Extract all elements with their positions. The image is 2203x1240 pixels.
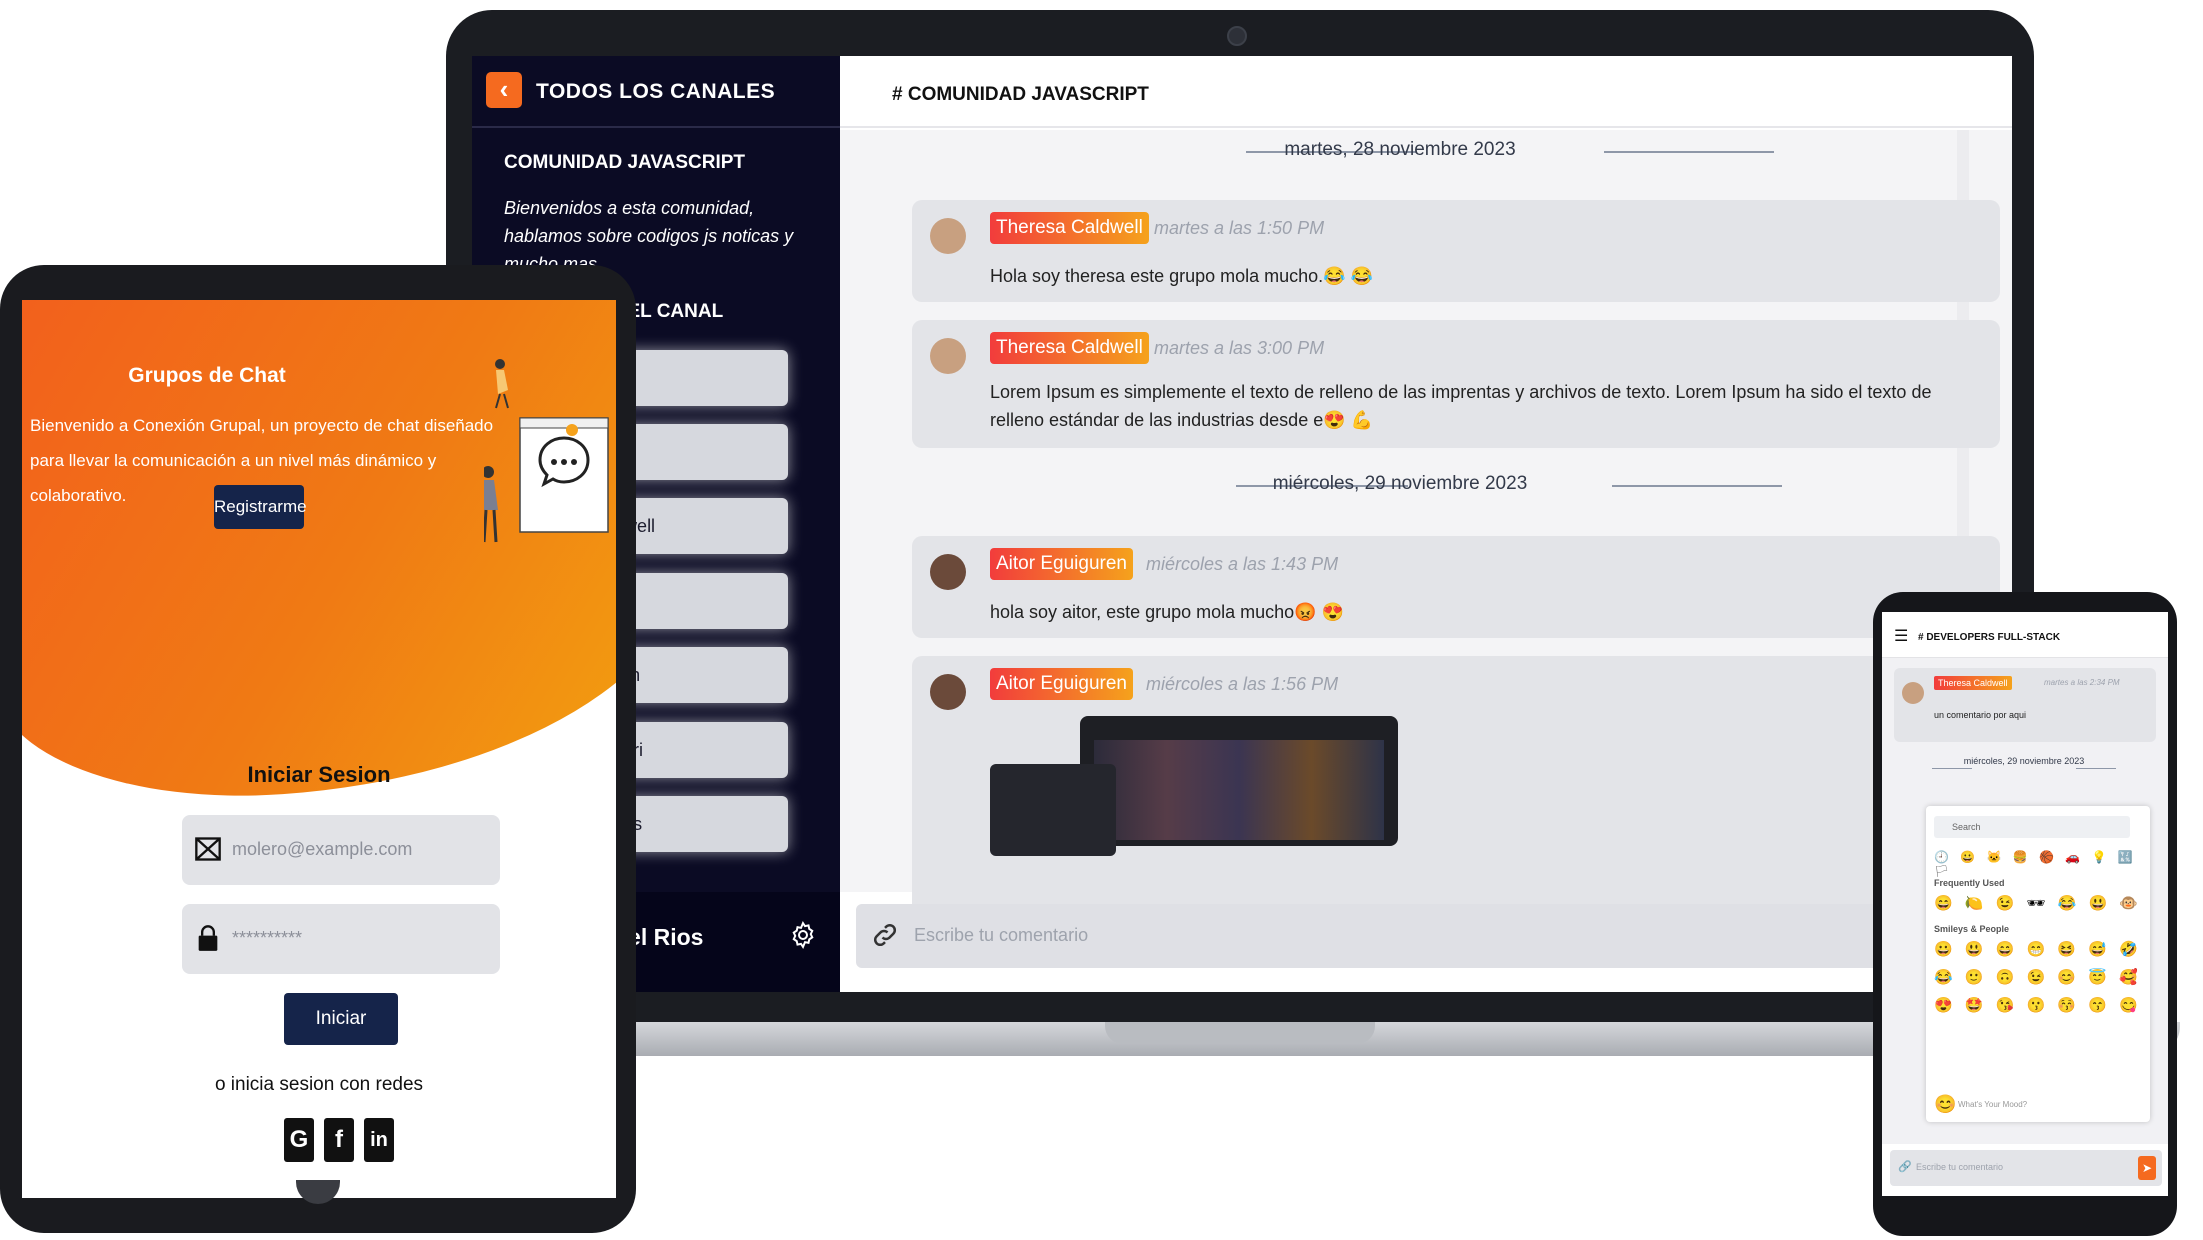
attach-icon[interactable] <box>870 920 900 950</box>
emoji-row[interactable]: 😍 🤩 😘 😗 😚 😙 😋 <box>1934 996 2142 1014</box>
social-login-text: o inicia sesion con redes <box>214 1074 424 1095</box>
email-placeholder: molero@example.com <box>232 839 413 859</box>
emoji-row[interactable]: 😂 🙂 🙃 😉 😊 😇 🥰 <box>1934 968 2142 986</box>
mood-emoji[interactable]: 😊 <box>1934 1094 1956 1115</box>
message-author[interactable]: Aitor Eguiguren <box>990 548 1133 580</box>
chat-messages: martes, 28 noviembre 2023 Theresa Caldwe… <box>840 130 2012 916</box>
message-author[interactable]: Theresa Caldwell <box>1934 676 2012 690</box>
mood-text: What's Your Mood? <box>1958 1100 2028 1109</box>
emoji-category-tabs[interactable]: 🕘 😀 🐱 🍔 🏀 🚗 💡 🔣 🏳 <box>1934 850 2142 878</box>
message-author[interactable]: Theresa Caldwell <box>990 212 1149 244</box>
phone-header: ☰ # DEVELOPERS FULL-STACK <box>1882 612 2168 658</box>
avatar <box>1902 682 1924 704</box>
message-time: miércoles a las 1:43 PM <box>1146 554 1339 574</box>
send-icon[interactable]: ➤ <box>2138 1156 2156 1180</box>
tablet-screen: Grupos de Chat Bienvenido a Conexión Gru… <box>22 300 616 1198</box>
emoji-picker: Search 🕘 😀 🐱 🍔 🏀 🚗 💡 🔣 🏳 Frequently Used… <box>1926 806 2150 1122</box>
comment-input[interactable]: Escribe tu comentario <box>856 904 2012 968</box>
emoji-row[interactable]: 😄 🍋 😉 🕶 😂 😃 🐵 <box>1934 894 2142 912</box>
message: Aitor Eguiguren miércoles a las 1:56 PM <box>912 656 2000 916</box>
avatar <box>930 554 966 590</box>
message-text: hola soy aitor, este grupo mola mucho😡 😍 <box>990 602 1344 622</box>
message-author[interactable]: Aitor Eguiguren <box>990 668 1133 700</box>
comment-placeholder: Escribe tu comentario <box>914 925 1089 945</box>
date-separator: martes, 28 noviembre 2023 <box>840 136 1960 166</box>
laptop-notch <box>1105 1022 1375 1044</box>
laptop-screen: ‹ TODOS LOS CANALES COMUNIDAD JAVASCRIPT… <box>472 56 2012 992</box>
login-title: Iniciar Sesion <box>247 762 391 787</box>
password-field[interactable]: ********** <box>182 904 500 974</box>
lock-icon <box>198 925 218 951</box>
phone-channel-title: # DEVELOPERS FULL-STACK <box>1918 632 2061 643</box>
message-image[interactable] <box>990 716 1420 856</box>
chat-header: # COMUNIDAD JAVASCRIPT <box>840 56 2012 128</box>
register-button[interactable]: Registrarme <box>214 485 307 529</box>
message-author[interactable]: Theresa Caldwell <box>990 332 1149 364</box>
avatar <box>930 338 966 374</box>
chat-illustration <box>484 359 609 543</box>
message-text: Hola soy theresa este grupo mola mucho.😂… <box>990 266 1374 286</box>
password-placeholder: ********** <box>232 928 303 948</box>
phone-chat-messages: Theresa Caldwell martes a las 2:34 PM un… <box>1882 658 2168 1144</box>
message-text: un comentario por aqui <box>1934 710 2027 720</box>
sidebar-title: TODOS LOS CANALES <box>536 80 776 103</box>
channel-name: COMUNIDAD JAVASCRIPT <box>504 152 746 173</box>
avatar <box>930 674 966 710</box>
message: Theresa Caldwell martes a las 2:34 PM un… <box>1894 668 2156 742</box>
emoji-search-input[interactable]: Search <box>1934 816 2130 838</box>
message: Theresa Caldwell martes a las 1:50 PM Ho… <box>912 200 2000 302</box>
message-time: martes a las 2:34 PM <box>2044 678 2120 687</box>
camera-icon <box>1227 26 1247 46</box>
message-time: martes a las 1:50 PM <box>1154 218 1325 238</box>
attach-icon[interactable]: 🔗 <box>1898 1160 1912 1173</box>
menu-icon[interactable]: ☰ <box>1894 626 1908 646</box>
message-time: martes a las 3:00 PM <box>1154 338 1325 358</box>
mail-icon <box>195 837 221 861</box>
comment-placeholder: Escribe tu comentario <box>1916 1162 2004 1172</box>
login-button[interactable]: Iniciar Sesion <box>284 993 398 1081</box>
gear-icon[interactable] <box>788 920 818 950</box>
date-label: miércoles, 29 noviembre 2023 <box>1272 473 1528 494</box>
phone-screen: ☰ # DEVELOPERS FULL-STACK Theresa Caldwe… <box>1882 612 2168 1196</box>
emoji-row[interactable]: 😀 😃 😄 😁 😆 😅 🤣 <box>1934 940 2142 958</box>
sidebar-header: ‹ TODOS LOS CANALES <box>472 56 840 128</box>
message: Aitor Eguiguren miércoles a las 1:43 PM … <box>912 536 2000 638</box>
date-label: miércoles, 29 noviembre 2023 <box>1963 756 2085 766</box>
date-label: martes, 28 noviembre 2023 <box>1284 139 1516 160</box>
google-icon[interactable]: G <box>284 1118 314 1162</box>
frequently-used-label: Frequently Used <box>1934 878 2005 888</box>
date-separator: miércoles, 29 noviembre 2023 <box>840 470 1960 500</box>
avatar <box>930 218 966 254</box>
chat-title: # COMUNIDAD JAVASCRIPT <box>892 84 1149 105</box>
linkedin-icon[interactable]: in <box>364 1118 394 1162</box>
email-field[interactable]: molero@example.com <box>182 815 500 885</box>
back-button[interactable]: ‹ <box>486 72 522 108</box>
hero-title: Grupos de Chat <box>128 364 286 387</box>
phone-comment-input[interactable]: 🔗 Escribe tu comentario ➤ <box>1890 1150 2162 1186</box>
smileys-label: Smileys & People <box>1934 924 2010 934</box>
message-time: miércoles a las 1:56 PM <box>1146 674 1339 694</box>
facebook-icon[interactable]: f <box>324 1118 354 1162</box>
message: Theresa Caldwell martes a las 3:00 PM Lo… <box>912 320 2000 448</box>
channel-description: Bienvenidos a esta comunidad, hablamos s… <box>504 198 794 268</box>
message-text: Lorem Ipsum es simplemente el texto de r… <box>990 382 1932 430</box>
